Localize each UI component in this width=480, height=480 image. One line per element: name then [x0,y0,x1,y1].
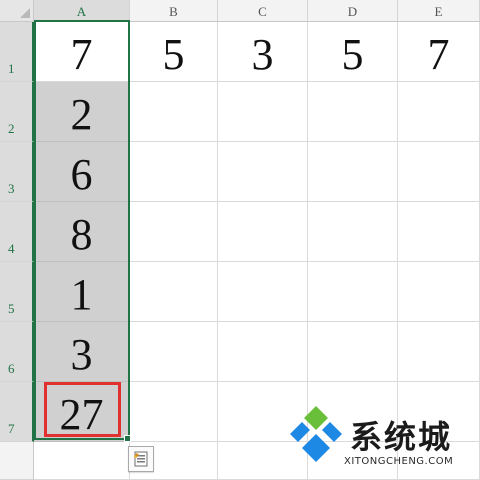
row-header-6[interactable]: 6 [0,322,34,382]
row-header-8[interactable] [0,442,34,480]
cell-d6[interactable] [308,322,398,382]
cell-d3[interactable] [308,142,398,202]
cell-e5[interactable] [398,262,480,322]
cell-c1[interactable]: 3 [218,22,308,82]
cell-value: 2 [70,90,93,139]
row-header-label: 5 [8,301,15,316]
row-header-label: 4 [8,241,15,256]
cell-d2[interactable] [308,82,398,142]
cell-b1[interactable]: 5 [130,22,218,82]
cell-value: 5 [162,30,185,79]
column-header-c[interactable]: C [218,0,308,22]
cell-a8[interactable] [34,442,130,480]
cell-a1[interactable]: 7 [34,22,130,82]
cell-value: 6 [70,150,93,199]
cell-a5[interactable]: 1 [34,262,130,322]
column-header-b[interactable]: B [130,0,218,22]
cell-value: 3 [251,30,274,79]
fill-handle[interactable] [124,435,131,442]
cell-a4[interactable]: 8 [34,202,130,262]
row-header-4[interactable]: 4 [0,202,34,262]
cell-c4[interactable] [218,202,308,262]
watermark-url: XITONGCHENG.COM [344,456,454,467]
row-header-label: 2 [8,121,15,136]
cell-value: 1 [70,270,93,319]
row-header-7[interactable]: 7 [0,382,34,442]
cell-b7[interactable] [130,382,218,442]
cell-d4[interactable] [308,202,398,262]
cell-a6[interactable]: 3 [34,322,130,382]
row-header-label: 7 [8,421,15,436]
watermark: 系统城 XITONGCHENG.COM [286,404,476,474]
column-header-label: D [347,4,358,19]
row-header-1[interactable]: 1 [0,22,34,82]
cell-value: 8 [70,210,93,259]
cell-c6[interactable] [218,322,308,382]
cell-b5[interactable] [130,262,218,322]
cell-c3[interactable] [218,142,308,202]
cell-d5[interactable] [308,262,398,322]
cell-e3[interactable] [398,142,480,202]
row-header-label: 1 [8,61,15,76]
column-header-a[interactable]: A [34,0,130,22]
column-header-label: B [169,4,178,19]
cell-a7[interactable]: 27 [34,382,130,442]
column-header-d[interactable]: D [308,0,398,22]
quick-analysis-button[interactable] [128,446,154,472]
cell-value: 7 [427,30,450,79]
row-header-3[interactable]: 3 [0,142,34,202]
row-header-5[interactable]: 5 [0,262,34,322]
cell-value: 27 [59,390,104,439]
cell-b3[interactable] [130,142,218,202]
column-header-label: A [76,4,87,19]
row-header-label: 3 [8,181,15,196]
cell-c5[interactable] [218,262,308,322]
cell-e6[interactable] [398,322,480,382]
cell-b4[interactable] [130,202,218,262]
cell-e1[interactable]: 7 [398,22,480,82]
cell-e4[interactable] [398,202,480,262]
cell-value: 5 [341,30,364,79]
row-header-label: 6 [8,361,15,376]
cell-d1[interactable]: 5 [308,22,398,82]
cell-a3[interactable]: 6 [34,142,130,202]
cell-c2[interactable] [218,82,308,142]
cell-b6[interactable] [130,322,218,382]
watermark-text: 系统城 [350,418,453,456]
column-header-label: E [434,4,443,19]
cell-a2[interactable]: 2 [34,82,130,142]
cell-e2[interactable] [398,82,480,142]
column-header-e[interactable]: E [398,0,480,22]
select-all-corner[interactable] [0,0,34,22]
cell-value: 7 [70,30,93,79]
spreadsheet-grid: A B C D E 1 2 3 4 5 6 7 7 5 3 5 7 2 6 8 … [0,0,480,480]
row-header-2[interactable]: 2 [0,82,34,142]
watermark-logo-icon [286,404,346,471]
column-header-label: C [258,4,267,19]
cell-b2[interactable] [130,82,218,142]
cell-value: 3 [70,330,93,379]
